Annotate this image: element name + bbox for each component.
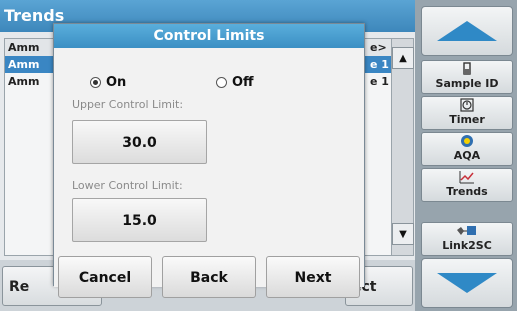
row-value: e>: [370, 41, 387, 54]
timer-label: Timer: [449, 113, 485, 126]
sample-id-button[interactable]: Sample ID: [421, 60, 513, 94]
back-button[interactable]: Back: [162, 256, 256, 298]
scroll-up-button[interactable]: ▲: [392, 47, 414, 69]
on-label: On: [106, 75, 127, 90]
sidebar-up-button[interactable]: [421, 6, 513, 56]
row-label: Amm: [8, 75, 40, 88]
row-label: Amm: [8, 41, 40, 54]
timer-icon: [422, 98, 512, 113]
sidebar: Sample ID Timer AQA Trends Link2SC: [415, 0, 517, 311]
aqa-label: AQA: [453, 149, 481, 162]
trends-label: Trends: [446, 185, 488, 198]
upper-limit-label: Upper Control Limit:: [72, 98, 184, 111]
on-radio[interactable]: On: [90, 75, 126, 90]
scrollbar[interactable]: ▲ ▼: [391, 39, 414, 255]
cancel-button[interactable]: Cancel: [58, 256, 152, 298]
sidebar-down-button[interactable]: [421, 258, 513, 308]
lower-limit-label: Lower Control Limit:: [72, 179, 183, 192]
upper-limit-field[interactable]: 30.0: [72, 120, 207, 164]
triangle-up-icon: [437, 21, 497, 41]
row-value: e 1: [370, 75, 389, 88]
link2sc-label: Link2SC: [442, 239, 492, 252]
off-radio[interactable]: Off: [216, 75, 254, 90]
link2sc-icon: [422, 224, 512, 239]
triangle-down-icon: [437, 273, 497, 293]
scroll-down-button[interactable]: ▼: [392, 223, 414, 245]
timer-button[interactable]: Timer: [421, 96, 513, 130]
sample-id-label: Sample ID: [435, 77, 499, 90]
trends-icon: [422, 170, 512, 185]
arrow-down-icon: ▼: [399, 228, 407, 240]
control-limits-dialog: Control Limits On Off Upper Control Limi…: [53, 23, 366, 298]
dialog-title: Control Limits: [54, 24, 364, 48]
row-value: e 1: [370, 58, 389, 71]
radio-selected-icon: [90, 77, 101, 88]
row-label: Amm: [8, 58, 40, 71]
lower-limit-field[interactable]: 15.0: [72, 198, 207, 242]
off-label: Off: [232, 75, 254, 90]
link2sc-button[interactable]: Link2SC: [421, 222, 513, 256]
next-button[interactable]: Next: [266, 256, 360, 298]
trends-button[interactable]: Trends: [421, 168, 513, 202]
arrow-up-icon: ▲: [399, 52, 407, 64]
aqa-icon: [422, 134, 512, 149]
radio-unselected-icon: [216, 77, 227, 88]
aqa-button[interactable]: AQA: [421, 132, 513, 166]
flask-icon: [422, 62, 512, 77]
dialog-body: On Off Upper Control Limit: 30.0 Lower C…: [54, 48, 366, 298]
dialog-footer: Cancel Back Next: [54, 252, 366, 298]
